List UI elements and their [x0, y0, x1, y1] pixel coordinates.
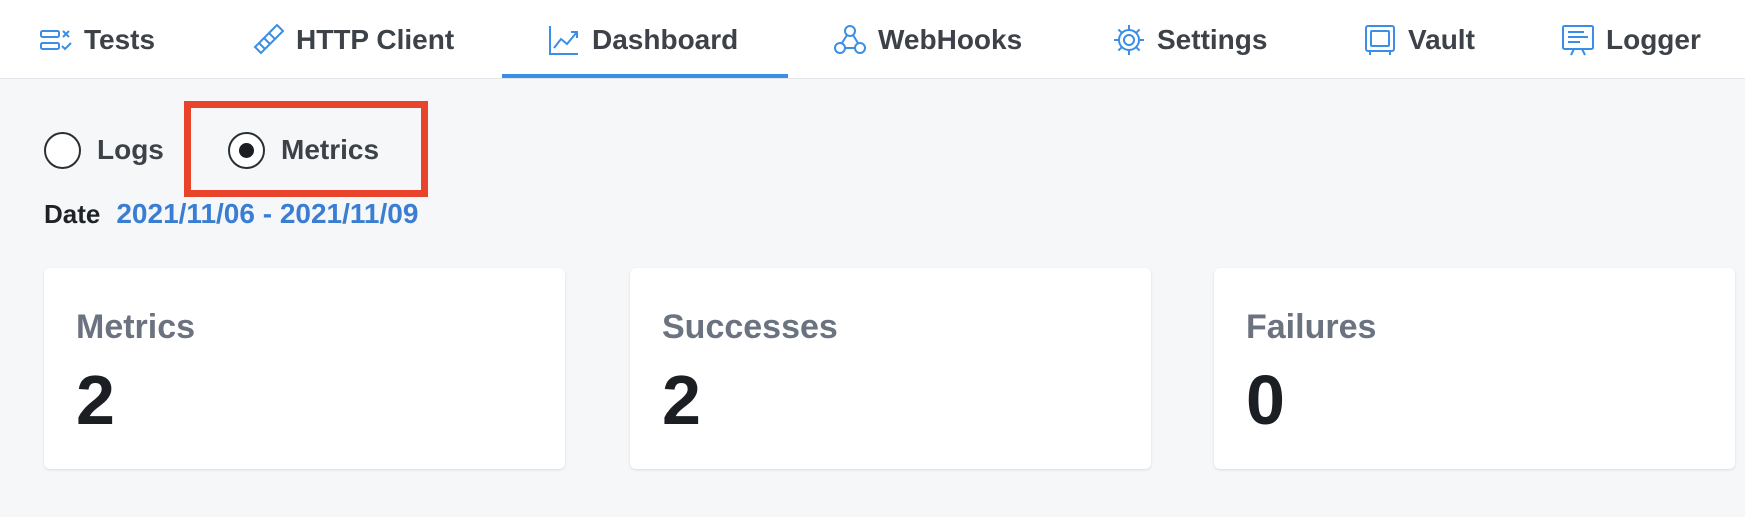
highlight-box: [184, 101, 428, 197]
stat-card-metrics: Metrics 2: [44, 268, 565, 469]
stat-card-successes: Successes 2: [630, 268, 1151, 469]
tab-vault[interactable]: Vault: [1362, 0, 1475, 79]
tab-label: Vault: [1408, 23, 1475, 55]
vault-icon: [1362, 22, 1398, 58]
tab-http-client[interactable]: HTTP Client: [250, 0, 454, 79]
top-navigation: Tests HTTP Client Dashboard WebHooks Set…: [0, 0, 1745, 79]
radio-logs[interactable]: Logs: [44, 124, 164, 176]
tab-logger[interactable]: Logger: [1560, 0, 1701, 79]
stat-card-failures: Failures 0: [1214, 268, 1735, 469]
tab-settings[interactable]: Settings: [1111, 0, 1267, 79]
stat-value: 2: [76, 361, 115, 439]
stat-title: Metrics: [76, 308, 196, 346]
tab-tests[interactable]: Tests: [38, 0, 155, 79]
gear-icon: [1111, 22, 1147, 58]
logger-icon: [1560, 22, 1596, 58]
stat-value: 2: [662, 361, 701, 439]
tab-label: Settings: [1157, 23, 1268, 55]
date-range: Date 2021/11/06 - 2021/11/09: [44, 198, 418, 230]
tab-webhooks[interactable]: WebHooks: [832, 0, 1022, 79]
active-tab-indicator: [502, 74, 788, 78]
stat-value: 0: [1246, 361, 1285, 439]
tab-label: Dashboard: [592, 23, 739, 55]
tab-dashboard[interactable]: Dashboard: [546, 0, 738, 79]
date-range-picker[interactable]: 2021/11/06 - 2021/11/09: [116, 198, 418, 230]
date-label: Date: [44, 199, 101, 229]
tab-label: HTTP Client: [296, 23, 455, 55]
dashboard-chart-icon: [546, 22, 582, 58]
tests-icon: [38, 22, 74, 58]
tab-label: Logger: [1606, 23, 1701, 55]
radio-circle[interactable]: [44, 131, 81, 169]
http-client-icon: [250, 22, 286, 58]
stat-title: Failures: [1246, 308, 1377, 346]
radio-label: Logs: [97, 134, 164, 165]
tab-label: WebHooks: [878, 23, 1023, 55]
stat-title: Successes: [662, 308, 838, 346]
tab-label: Tests: [84, 23, 156, 55]
webhooks-icon: [832, 22, 868, 58]
